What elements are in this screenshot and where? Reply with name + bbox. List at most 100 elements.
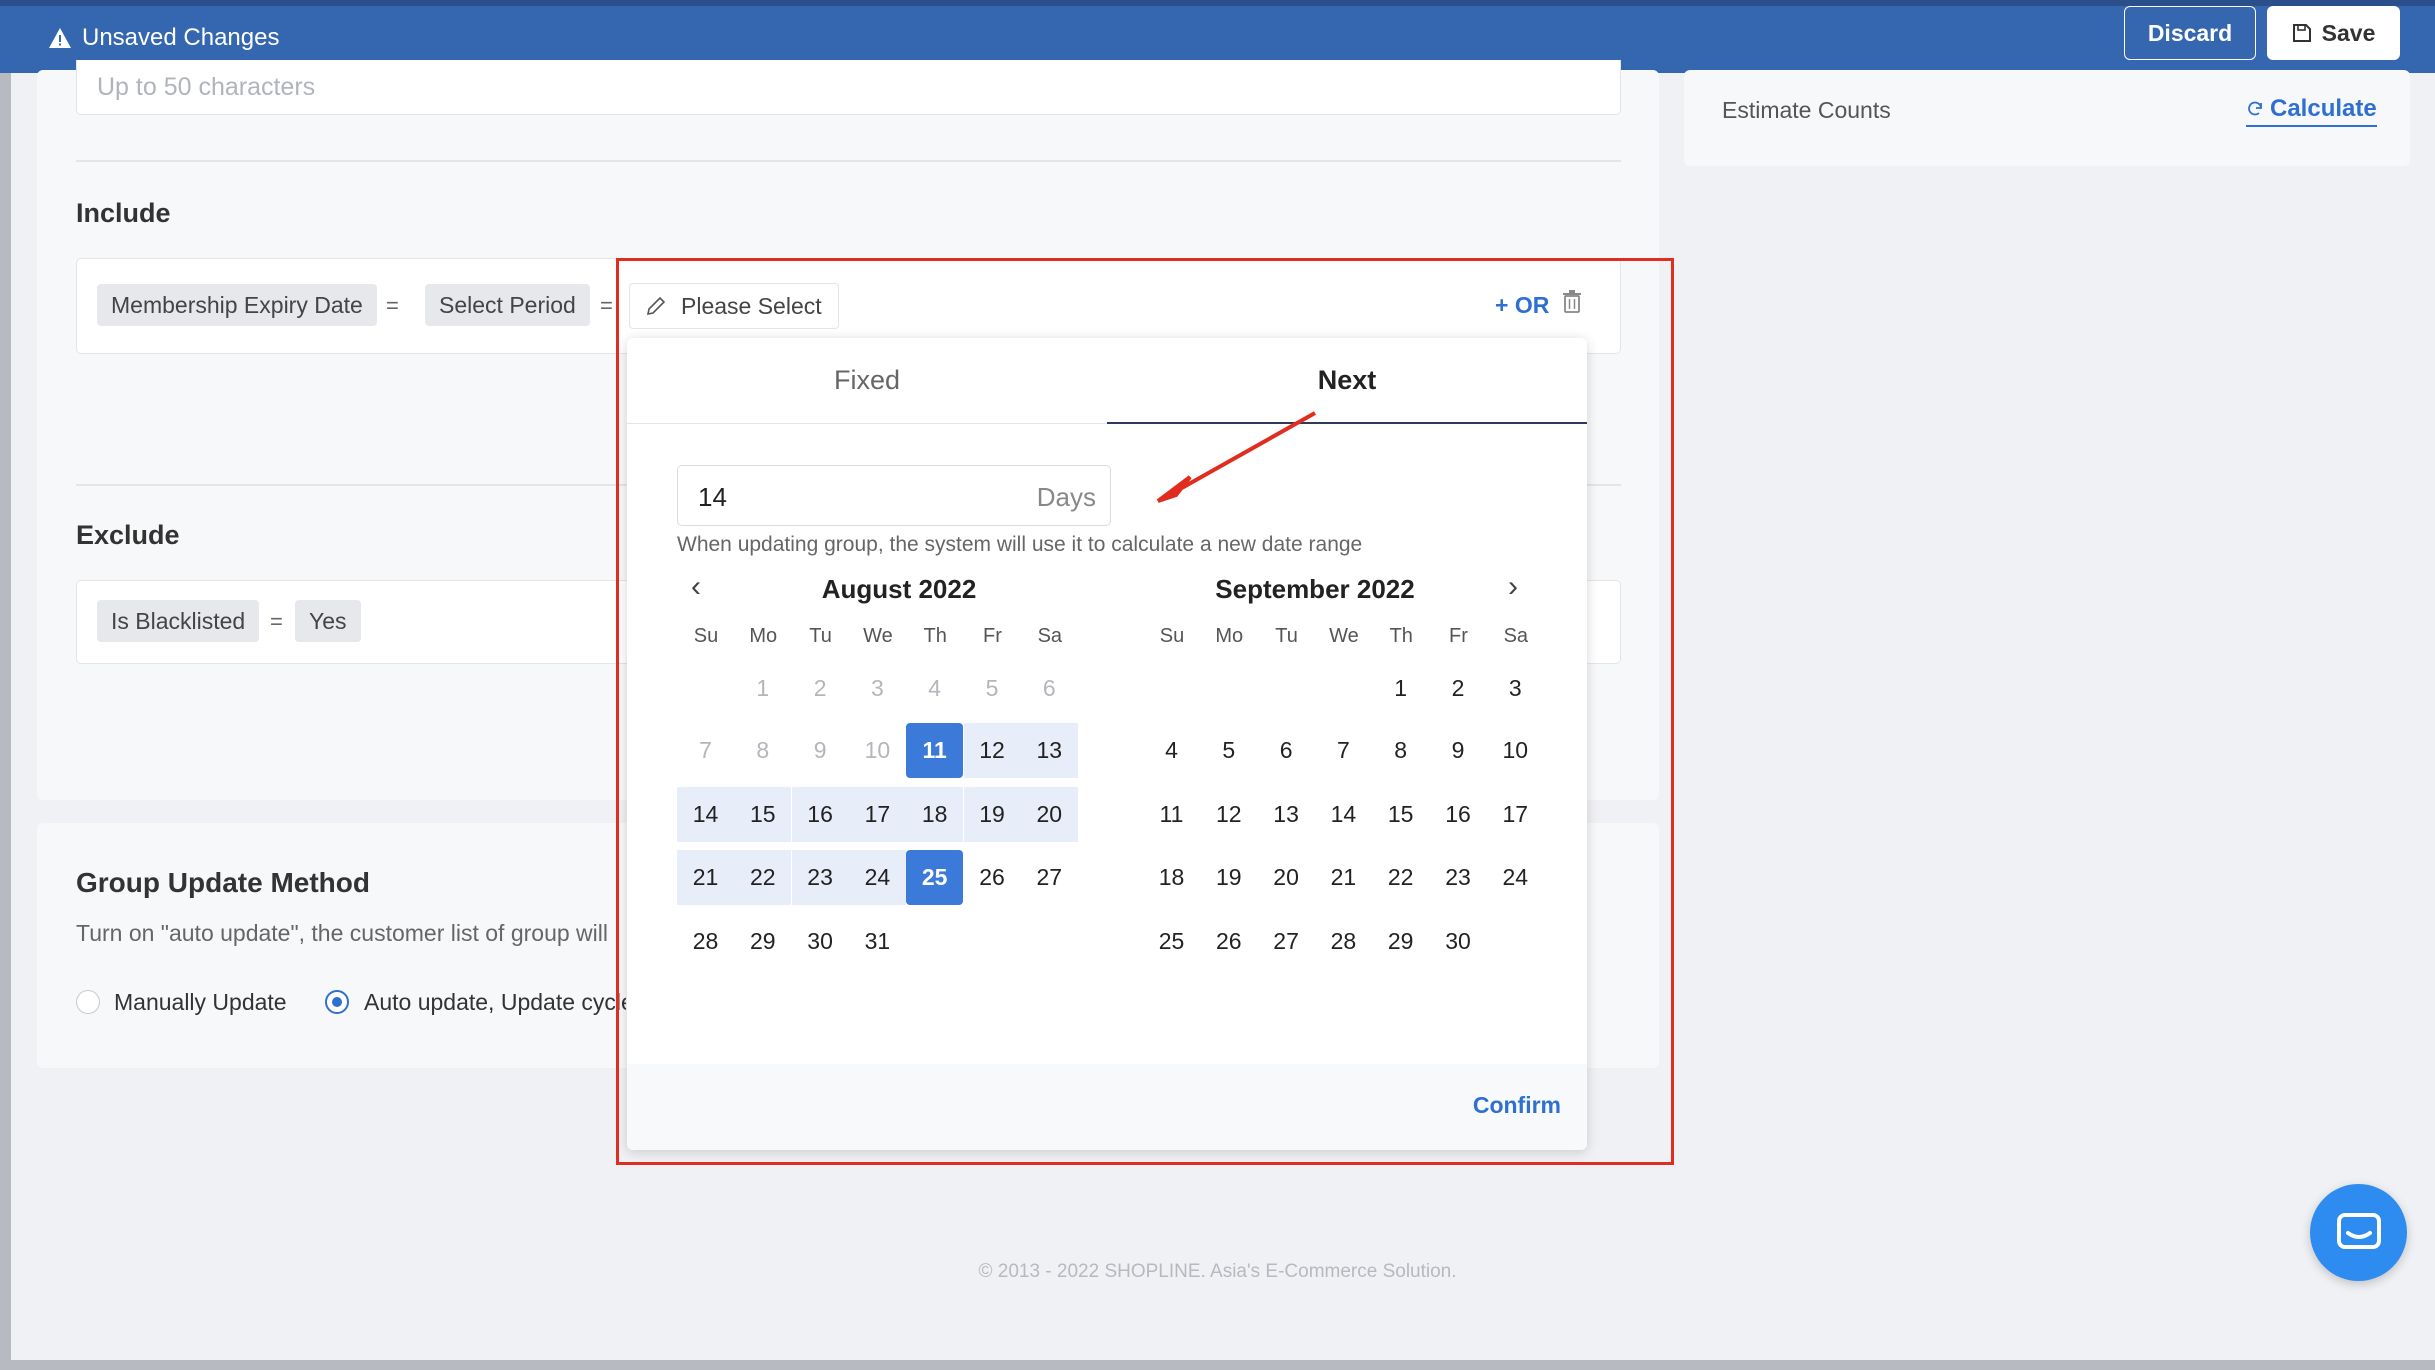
add-or-condition-link[interactable]: + OR	[1495, 292, 1549, 319]
date-value-select[interactable]: Please Select	[629, 283, 839, 329]
calendar-day[interactable]: 14	[1315, 787, 1372, 842]
equals-sign: =	[386, 293, 399, 318]
calendar-day[interactable]: 18	[1143, 850, 1200, 905]
auto-update-radio[interactable]	[325, 990, 349, 1014]
calendar-day[interactable]: 21	[1315, 850, 1372, 905]
calendar-day[interactable]: 8	[1372, 723, 1429, 778]
calendar-day[interactable]: 29	[734, 914, 791, 969]
calculate-label: Calculate	[2270, 95, 2377, 122]
condition-field-tag[interactable]: Membership Expiry Date	[97, 284, 377, 326]
calendar-day[interactable]: 9	[1430, 723, 1487, 778]
month-title-september: September 2022	[1215, 574, 1415, 604]
calendar-day[interactable]: 30	[792, 914, 849, 969]
weekday-header: Th	[1389, 625, 1413, 647]
calendar-day: 10	[864, 737, 891, 763]
calendar-day[interactable]: 5	[1200, 723, 1257, 778]
calendar-day[interactable]: 19	[963, 787, 1021, 842]
month-title-august: August 2022	[821, 574, 977, 604]
calendar-day[interactable]: 27	[1258, 914, 1315, 969]
chevron-left-icon[interactable]: ‹	[691, 572, 701, 602]
calendar-day[interactable]: 12	[1200, 787, 1257, 842]
calendar-day[interactable]: 21	[677, 850, 734, 905]
warning-triangle-icon	[49, 28, 71, 48]
discard-button[interactable]: Discard	[2124, 6, 2256, 60]
calendar-day[interactable]: 22	[1372, 850, 1429, 905]
equals-sign: =	[600, 293, 613, 318]
calendar-day[interactable]: 27	[1021, 850, 1078, 905]
weekday-header: Sa	[1503, 625, 1529, 647]
tab-fixed[interactable]: Fixed	[627, 338, 1107, 424]
calendar-day[interactable]: 22	[734, 850, 792, 905]
calendar-day[interactable]: 24	[848, 850, 906, 905]
bottom-window-edge	[0, 1360, 2435, 1370]
calendar-day[interactable]: 4	[1143, 723, 1200, 778]
save-label: Save	[2321, 19, 2376, 46]
divider	[76, 160, 1621, 162]
manual-update-radio[interactable]	[76, 990, 100, 1014]
weekday-header: Mo	[1215, 625, 1244, 647]
weekday-header: Fr	[983, 625, 1002, 647]
floppy-disk-icon	[2292, 24, 2311, 42]
chat-button[interactable]	[2310, 1184, 2407, 1281]
manual-update-label[interactable]: Manually Update	[114, 989, 287, 1016]
weekday-header: Su	[693, 625, 719, 647]
period-select-tag[interactable]: Select Period	[425, 284, 590, 326]
chevron-right-icon[interactable]: ›	[1508, 572, 1518, 602]
estimate-counts-label: Estimate Counts	[1722, 97, 1891, 123]
calendar-day: 9	[813, 737, 827, 763]
calendar-day[interactable]: 15	[734, 787, 792, 842]
calendar-day[interactable]: 14	[677, 787, 734, 842]
calendar-day[interactable]: 26	[1200, 914, 1257, 969]
weekday-header: Th	[923, 625, 947, 647]
calendar-day[interactable]: 26	[964, 850, 1021, 905]
save-button[interactable]: Save	[2267, 6, 2400, 60]
calendar-day[interactable]: 16	[1430, 787, 1487, 842]
calendar-day[interactable]: 28	[677, 914, 734, 969]
calendar-day[interactable]: 11	[1143, 787, 1200, 842]
calendar-day[interactable]: 11	[906, 723, 964, 778]
calendar-day[interactable]: 16	[791, 787, 849, 842]
calendar-day[interactable]: 31	[849, 914, 906, 969]
auto-update-label[interactable]: Auto update, Update cycle	[364, 989, 626, 1016]
exclude-heading: Exclude	[76, 520, 180, 550]
calendar-day[interactable]: 29	[1372, 914, 1429, 969]
calendar-day[interactable]: 6	[1258, 723, 1315, 778]
calendar-day[interactable]: 23	[1430, 850, 1487, 905]
calendar-day[interactable]: 10	[1487, 723, 1544, 778]
days-count-input[interactable]: 14 Days	[677, 465, 1111, 526]
include-heading: Include	[76, 198, 171, 228]
calendar-day[interactable]: 13	[1020, 723, 1078, 778]
calendar-day[interactable]: 15	[1372, 787, 1429, 842]
confirm-button[interactable]: Confirm	[1473, 1092, 1561, 1119]
calendar-day[interactable]: 30	[1430, 914, 1487, 969]
copyright-footer: © 2013 - 2022 SHOPLINE. Asia's E-Commerc…	[978, 1261, 1457, 1282]
condition-field-tag[interactable]: Is Blacklisted	[97, 600, 260, 642]
group-name-input[interactable]: Up to 50 characters	[76, 60, 1621, 115]
calendar-day[interactable]: 2	[1430, 661, 1487, 716]
trash-icon[interactable]	[1562, 290, 1582, 314]
calendar-day[interactable]: 18	[906, 787, 964, 842]
calendar-day[interactable]: 20	[1020, 787, 1078, 842]
unsaved-changes-label: Unsaved Changes	[82, 24, 280, 51]
calendar-day: 3	[870, 675, 884, 701]
calendar-day[interactable]: 12	[963, 723, 1021, 778]
calendar-day[interactable]: 28	[1315, 914, 1372, 969]
calendar-day[interactable]: 23	[791, 850, 849, 905]
calendar-day[interactable]: 17	[848, 787, 906, 842]
calendar-day[interactable]: 17	[1487, 787, 1544, 842]
calendar-day[interactable]: 25	[906, 850, 964, 905]
weekday-header: We	[1329, 625, 1359, 647]
weekday-header: We	[863, 625, 893, 647]
annotation-arrow	[1156, 411, 1316, 503]
refresh-icon	[2248, 101, 2262, 116]
condition-value-tag[interactable]: Yes	[295, 600, 361, 642]
calculate-link[interactable]: Calculate	[2246, 95, 2377, 127]
calendar-day[interactable]: 3	[1487, 661, 1544, 716]
calendar-day[interactable]: 20	[1258, 850, 1315, 905]
calendar-day[interactable]: 19	[1200, 850, 1257, 905]
calendar-day[interactable]: 13	[1258, 787, 1315, 842]
calendar-day[interactable]: 25	[1143, 914, 1200, 969]
calendar-day[interactable]: 1	[1372, 661, 1429, 716]
calendar-day[interactable]: 7	[1315, 723, 1372, 778]
calendar-day[interactable]: 24	[1487, 850, 1544, 905]
